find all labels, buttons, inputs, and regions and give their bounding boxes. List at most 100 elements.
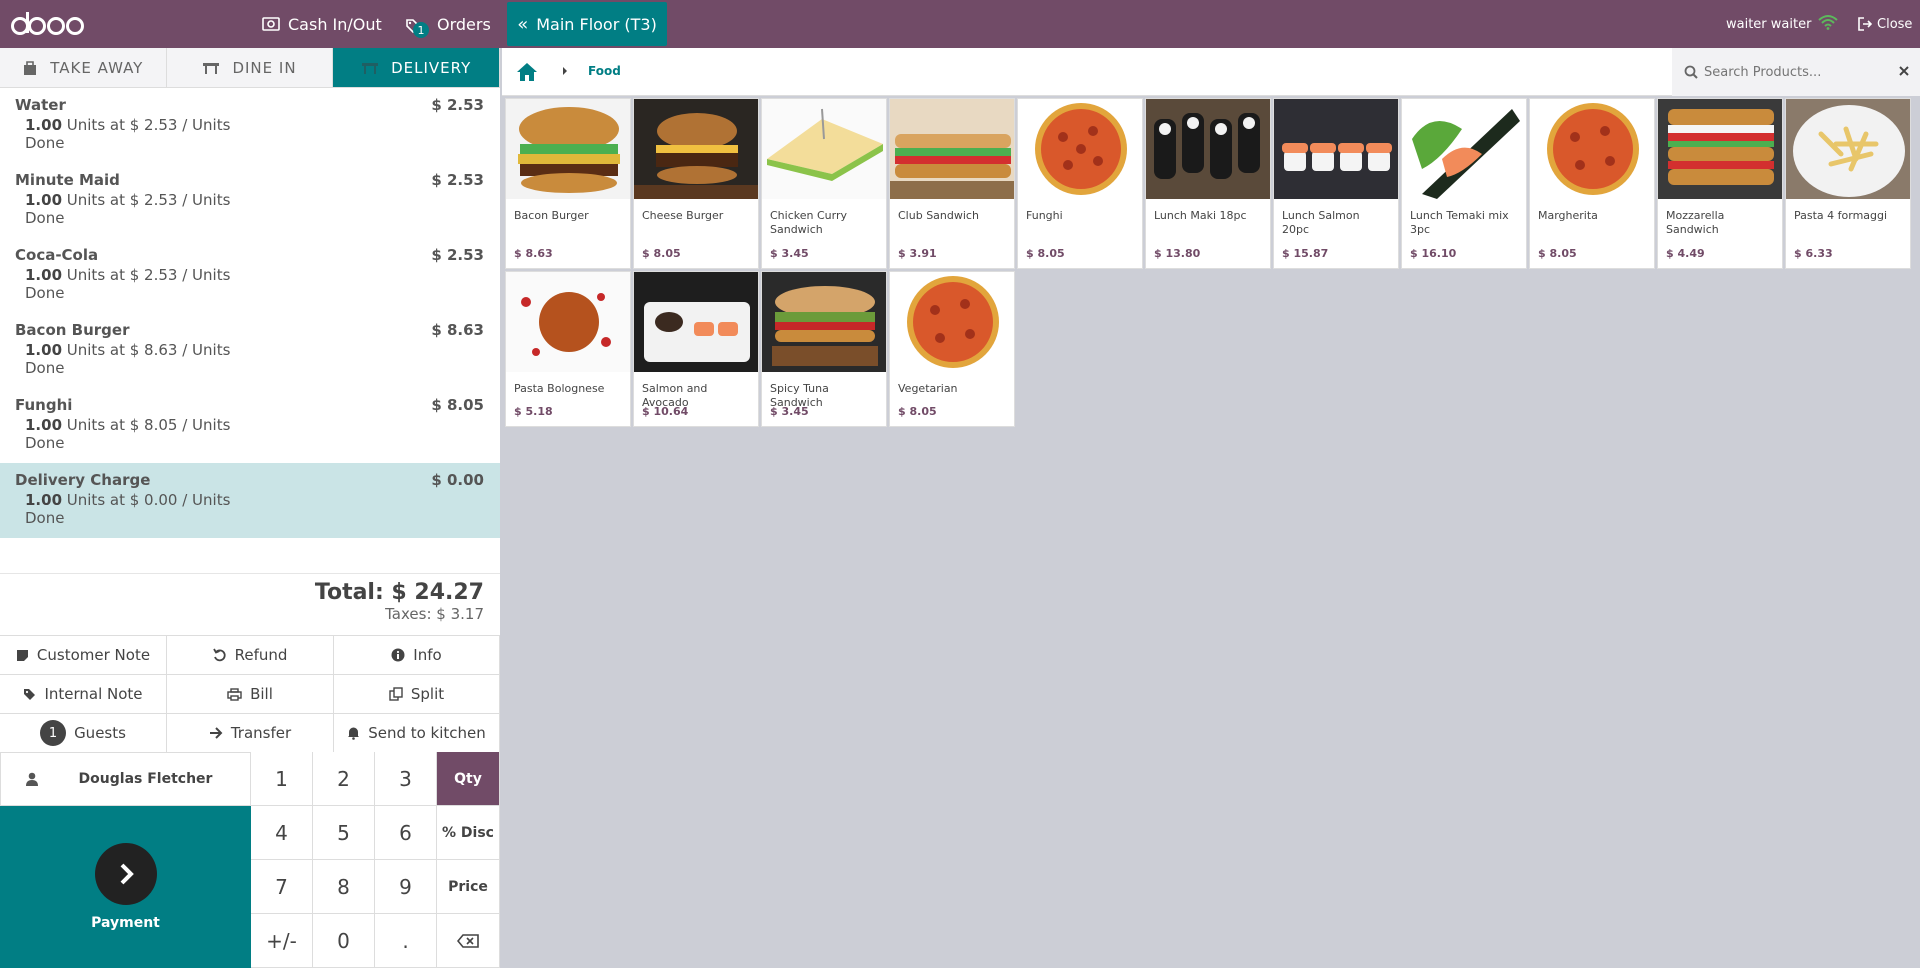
order-line[interactable]: Minute Maid $ 2.53 1.00 Units at $ 2.53 … (0, 163, 500, 238)
product-image-pasta-bolognese (506, 272, 630, 372)
tab-delivery[interactable]: DELIVERY (333, 48, 501, 87)
tab-dine-in[interactable]: DINE IN (166, 48, 334, 87)
product-name: Margherita (1538, 209, 1598, 222)
product-card[interactable]: Margherita $ 8.05 (1529, 98, 1655, 269)
order-line[interactable]: Funghi $ 8.05 1.00 Units at $ 8.05 / Uni… (0, 388, 500, 463)
numpad-key-3[interactable]: 3 (375, 752, 437, 806)
numpad-key-0[interactable]: 0 (313, 914, 375, 968)
numpad-key-9[interactable]: 9 (375, 860, 437, 914)
bill-button[interactable]: Bill (167, 675, 334, 714)
numpad-key-2[interactable]: 2 (313, 752, 375, 806)
send-to-kitchen-label: Send to kitchen (368, 724, 486, 742)
product-image-cheese-burger (634, 99, 758, 199)
product-card[interactable]: Lunch Temaki mix 3pc $ 16.10 (1401, 98, 1527, 269)
product-card[interactable]: Bacon Burger $ 8.63 (505, 98, 631, 269)
product-image-mozzarella-sandwich (1658, 99, 1782, 199)
customer-note-button[interactable]: Customer Note (0, 636, 167, 675)
line-qty: 1.00 (25, 116, 63, 134)
product-image-spicy-tuna-sandwich (762, 272, 886, 372)
line-status: Done (25, 509, 65, 527)
orders-button[interactable]: 1 Orders (405, 0, 491, 48)
order-taxes: Taxes: $ 3.17 (385, 605, 484, 623)
line-unit-info: Units at $ 2.53 / Units (62, 116, 231, 134)
refund-button[interactable]: Refund (167, 636, 334, 675)
info-button[interactable]: Info (334, 636, 500, 675)
product-name: Lunch Temaki mix 3pc (1410, 209, 1509, 236)
product-card[interactable]: Spicy Tuna Sandwich $ 3.45 (761, 271, 887, 427)
cash-in-out-button[interactable]: Cash In/Out (262, 0, 382, 48)
guests-button[interactable]: 1 Guests (0, 714, 167, 753)
product-price: $ 3.45 (770, 405, 809, 418)
product-card[interactable]: Pasta Bolognese $ 5.18 (505, 271, 631, 427)
product-price: $ 8.63 (514, 247, 553, 260)
product-price: $ 8.05 (898, 405, 937, 418)
backspace-icon (457, 933, 479, 948)
main-floor-label: Main Floor (T3) (536, 14, 657, 34)
order-total: Total: $ 24.27 (314, 580, 484, 605)
numpad-price-mode[interactable]: Price (437, 860, 500, 914)
line-status: Done (25, 209, 65, 227)
numpad-qty-mode[interactable]: Qty (437, 752, 500, 806)
tab-dine-in-label: DINE IN (232, 58, 297, 77)
order-line[interactable]: Bacon Burger $ 8.63 1.00 Units at $ 8.63… (0, 313, 500, 388)
numpad-plus-minus[interactable]: +/- (251, 914, 313, 968)
payment-label: Payment (91, 915, 160, 931)
product-image-margherita (1530, 99, 1654, 199)
home-icon[interactable] (516, 62, 538, 82)
numpad-backspace[interactable] (437, 914, 500, 968)
order-line-selected[interactable]: Delivery Charge $ 0.00 1.00 Units at $ 0… (0, 463, 500, 538)
order-line[interactable]: Coca-Cola $ 2.53 1.00 Units at $ 2.53 / … (0, 238, 500, 313)
line-status: Done (25, 134, 65, 152)
main-floor-button[interactable]: « Main Floor (T3) (507, 2, 667, 46)
numpad-key-5[interactable]: 5 (313, 806, 375, 860)
info-icon (391, 648, 405, 662)
product-card[interactable]: Lunch Salmon 20pc $ 15.87 (1273, 98, 1399, 269)
search-input[interactable] (1704, 64, 1894, 80)
line-product-name: Minute Maid (15, 171, 120, 189)
customer-note-label: Customer Note (36, 646, 151, 664)
breadcrumb-category[interactable]: Food (588, 64, 621, 78)
product-card[interactable]: Pasta 4 formaggi $ 6.33 (1785, 98, 1911, 269)
line-price: $ 2.53 (431, 171, 484, 189)
product-card[interactable]: Chicken Curry Sandwich $ 3.45 (761, 98, 887, 269)
split-button[interactable]: Split (334, 675, 500, 714)
tab-take-away[interactable]: TAKE AWAY (0, 48, 167, 87)
line-price: $ 8.05 (431, 396, 484, 414)
numpad-key-1[interactable]: 1 (251, 752, 313, 806)
odoo-logo[interactable] (10, 8, 86, 40)
product-card[interactable]: Vegetarian $ 8.05 (889, 271, 1015, 427)
product-card[interactable]: Funghi $ 8.05 (1017, 98, 1143, 269)
product-card[interactable]: Club Sandwich $ 3.91 (889, 98, 1015, 269)
search-icon (1684, 65, 1698, 79)
clear-search-icon[interactable] (1898, 65, 1910, 77)
product-price: $ 5.18 (514, 405, 553, 418)
guests-count: 1 (40, 720, 67, 746)
send-to-kitchen-button[interactable]: Send to kitchen (334, 714, 500, 753)
internal-note-label: Internal Note (44, 685, 143, 703)
order-line[interactable]: Water $ 2.53 1.00 Units at $ 2.53 / Unit… (0, 88, 500, 163)
internal-note-button[interactable]: Internal Note (0, 675, 167, 714)
user-name[interactable]: waiter waiter (1726, 0, 1811, 48)
numpad-key-dot[interactable]: . (375, 914, 437, 968)
split-label: Split (410, 685, 445, 703)
product-card[interactable]: Lunch Maki 18pc $ 13.80 (1145, 98, 1271, 269)
refund-label: Refund (234, 646, 288, 664)
close-button[interactable]: Close (1858, 0, 1912, 48)
payment-button[interactable]: Payment (0, 806, 251, 968)
product-price: $ 4.49 (1666, 247, 1705, 260)
numpad-discount-mode[interactable]: % Disc (437, 806, 500, 860)
numpad-key-7[interactable]: 7 (251, 860, 313, 914)
product-card[interactable]: Salmon and Avocado $ 10.64 (633, 271, 759, 427)
product-image-funghi (1018, 99, 1142, 199)
transfer-button[interactable]: Transfer (167, 714, 334, 753)
product-card[interactable]: Mozzarella Sandwich $ 4.49 (1657, 98, 1783, 269)
numpad-key-8[interactable]: 8 (313, 860, 375, 914)
sign-out-icon (1858, 17, 1872, 31)
bill-label: Bill (250, 685, 273, 703)
numpad-key-6[interactable]: 6 (375, 806, 437, 860)
customer-button[interactable]: Douglas Fletcher (0, 752, 251, 806)
product-image-salmon-and-avocado (634, 272, 758, 372)
order-lines: Water $ 2.53 1.00 Units at $ 2.53 / Unit… (0, 88, 500, 573)
product-card[interactable]: Cheese Burger $ 8.05 (633, 98, 759, 269)
numpad-key-4[interactable]: 4 (251, 806, 313, 860)
